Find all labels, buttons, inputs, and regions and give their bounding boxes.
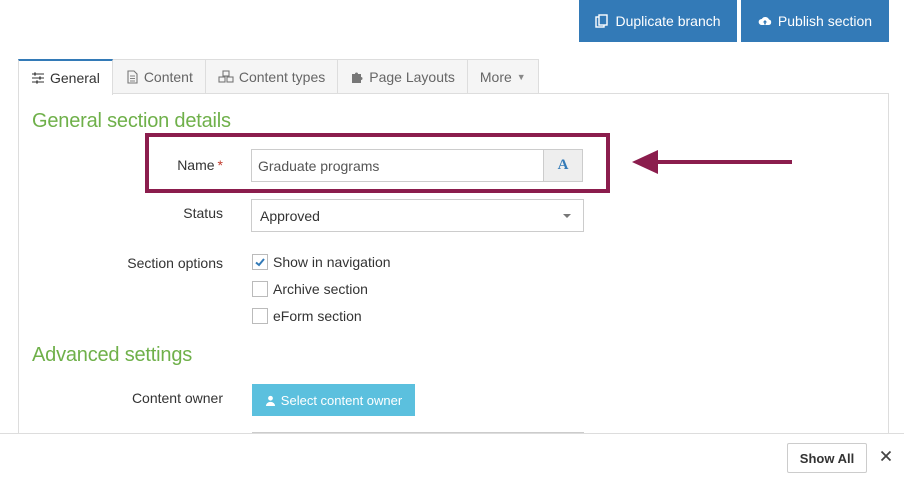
cubes-icon bbox=[218, 70, 234, 83]
cloud-upload-icon bbox=[758, 16, 772, 25]
status-value: Approved bbox=[260, 207, 320, 224]
publish-section-label: Publish section bbox=[777, 13, 873, 29]
document-icon bbox=[127, 70, 138, 84]
show-in-navigation-label: Show in navigation bbox=[273, 254, 391, 270]
select-content-owner-button[interactable]: Select content owner bbox=[252, 384, 415, 416]
tab-page-layouts-label: Page Layouts bbox=[369, 69, 455, 85]
status-select[interactable]: Approved bbox=[251, 199, 584, 232]
user-icon bbox=[265, 395, 275, 406]
puzzle-icon bbox=[352, 72, 363, 83]
tab-more-label: More bbox=[479, 69, 512, 85]
select-content-owner-label: Select content owner bbox=[280, 392, 403, 408]
show-in-navigation-checkbox[interactable] bbox=[252, 254, 268, 270]
duplicate-branch-button[interactable]: Duplicate branch bbox=[579, 0, 737, 42]
section-options-label: Section options bbox=[127, 255, 223, 271]
tab-content-types[interactable]: Content types bbox=[204, 59, 339, 94]
tab-general[interactable]: General bbox=[18, 59, 113, 95]
caret-down-icon: ▼ bbox=[516, 72, 526, 82]
archive-section-label: Archive section bbox=[273, 281, 368, 297]
translate-icon[interactable]: A bbox=[543, 150, 582, 181]
content-owner-label: Content owner bbox=[131, 390, 223, 406]
chevron-down-icon bbox=[563, 213, 571, 218]
archive-section-option[interactable]: Archive section bbox=[252, 281, 368, 297]
tab-content-types-label: Content types bbox=[238, 69, 326, 85]
eform-section-checkbox[interactable] bbox=[252, 308, 268, 324]
name-label-text: Name bbox=[177, 157, 215, 173]
checkmark-icon bbox=[255, 258, 265, 267]
tab-more[interactable]: More ▼ bbox=[466, 59, 539, 94]
name-field-group: A bbox=[251, 149, 583, 182]
required-marker: * bbox=[217, 157, 223, 173]
status-label: Status bbox=[183, 205, 223, 221]
tab-content-label: Content bbox=[143, 69, 193, 85]
publish-section-button[interactable]: Publish section bbox=[741, 0, 889, 42]
general-section-title: General section details bbox=[32, 110, 231, 132]
show-all-button[interactable]: Show All bbox=[787, 443, 867, 473]
archive-section-checkbox[interactable] bbox=[252, 281, 268, 297]
show-in-navigation-option[interactable]: Show in navigation bbox=[252, 254, 391, 270]
advanced-section-title: Advanced settings bbox=[32, 344, 193, 366]
tab-general-label: General bbox=[50, 70, 100, 86]
tab-content[interactable]: Content bbox=[111, 59, 206, 94]
eform-section-label: eForm section bbox=[273, 308, 362, 324]
arrow-left-icon bbox=[632, 150, 792, 174]
name-label: Name * bbox=[150, 157, 223, 173]
section-tabs: General Content Content types Page Layou… bbox=[18, 59, 539, 95]
name-input[interactable] bbox=[252, 150, 543, 181]
sliders-icon bbox=[32, 72, 44, 84]
bottom-bar: Show All bbox=[0, 433, 904, 480]
eform-section-option[interactable]: eForm section bbox=[252, 308, 362, 324]
duplicate-branch-label: Duplicate branch bbox=[615, 13, 721, 29]
tab-page-layouts[interactable]: Page Layouts bbox=[337, 59, 468, 94]
close-icon[interactable] bbox=[878, 448, 894, 464]
copy-icon bbox=[595, 14, 609, 28]
